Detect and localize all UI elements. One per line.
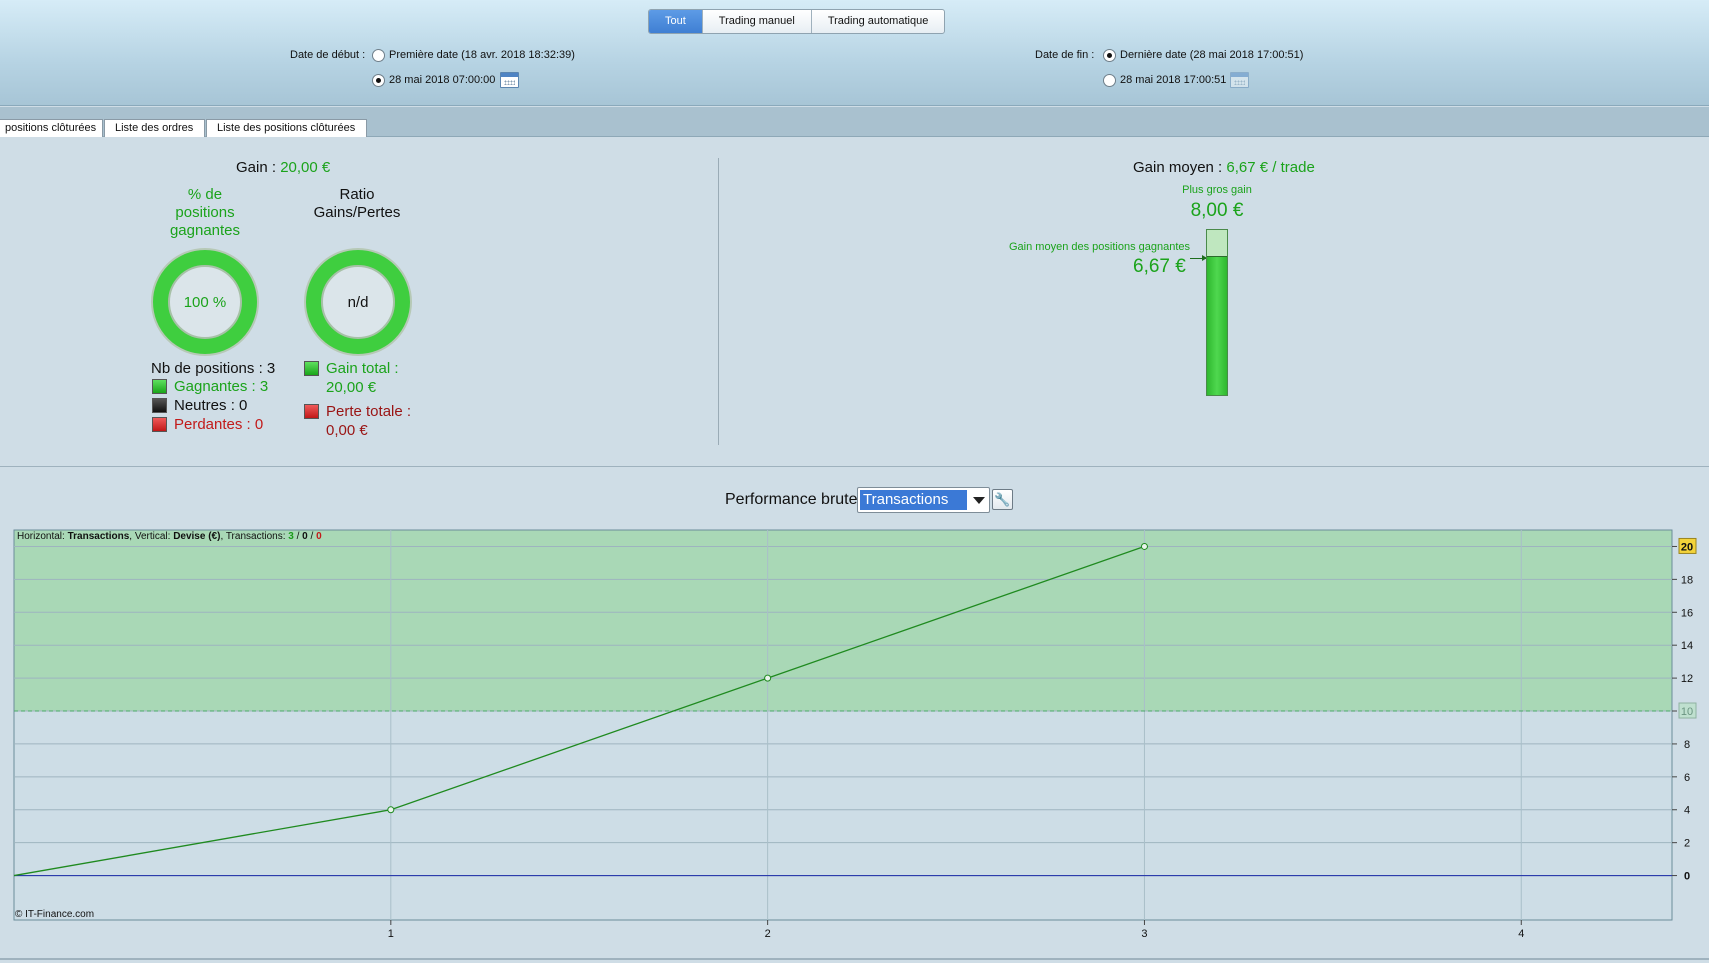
chart-tick-label-y: 14	[1681, 640, 1693, 652]
section-separator	[0, 466, 1709, 467]
chart-tick-label-y: 8	[1684, 739, 1690, 751]
chart-info-v-value: Devise (€)	[173, 531, 220, 542]
chart-tick-label-y: 6	[1684, 772, 1690, 784]
performance-select[interactable]: Transactions	[857, 487, 990, 513]
gain-summary: Gain : 20,00 €	[236, 159, 330, 176]
perte-totale-value: 0,00 €	[326, 422, 368, 439]
end-calendar-icon[interactable]	[1230, 72, 1249, 88]
chart-tick-label-y: 10	[1681, 706, 1693, 718]
pct-gagnantes-gauge: 100 %	[151, 248, 259, 356]
chart-copyright: © IT-Finance.com	[15, 909, 94, 920]
end-custom-date-text: 28 mai 2018 17:00:51	[1120, 74, 1227, 86]
green-square-icon	[304, 361, 319, 376]
gain-moyen-bar-marker	[1207, 256, 1227, 258]
tab-liste-des-ordres[interactable]: Liste des ordres	[104, 119, 205, 137]
pct-title-line-3: gagnantes	[169, 222, 241, 239]
red-square-icon	[304, 404, 319, 419]
chart-tick-label-y: 0	[1684, 871, 1690, 883]
chart-tick-label-y: 18	[1681, 574, 1693, 586]
pct-title-line-2: positions	[175, 204, 235, 221]
tab-tout[interactable]: Tout	[649, 10, 703, 33]
start-custom-date-radio[interactable]	[372, 74, 385, 87]
tab-trading-automatique[interactable]: Trading automatique	[812, 10, 944, 33]
bottom-border	[0, 958, 1709, 960]
start-date-label: Date de début :	[290, 49, 366, 61]
gain-moyen-summary: Gain moyen : 6,67 € / trade	[1133, 159, 1315, 176]
gain-total-value: 20,00 €	[326, 379, 377, 396]
chart-tick-label-y: 4	[1684, 805, 1690, 817]
gain-total-label: Gain total :	[326, 360, 399, 377]
start-first-date-text: Première date (18 avr. 2018 18:32:39)	[389, 49, 575, 61]
end-custom-date-radio[interactable]	[1103, 74, 1116, 87]
chevron-down-icon[interactable]	[973, 497, 985, 504]
chart-info-sep-2: /	[308, 531, 316, 542]
pct-title-line-1: % de	[187, 186, 223, 203]
green-square-icon	[152, 379, 167, 394]
perte-totale-label: Perte totale :	[326, 403, 412, 420]
chart-info-v-prefix: , Vertical:	[129, 531, 173, 542]
gain-moyen-label: Gain moyen :	[1133, 159, 1223, 176]
ratio-title-line-2: Gains/Pertes	[313, 204, 401, 221]
pct-gagnantes-value: 100 %	[168, 265, 242, 339]
tab-trading-manuel[interactable]: Trading manuel	[703, 10, 812, 33]
gain-moyen-bar-fill	[1207, 257, 1227, 395]
end-last-date-text: Dernière date (28 mai 2018 17:00:51)	[1120, 49, 1304, 61]
end-last-date-radio[interactable]	[1103, 49, 1116, 62]
chart-info-t-prefix: , Transactions:	[220, 531, 288, 542]
gain-moyen-value: 6,67 € / trade	[1226, 159, 1315, 176]
chart-tick-label-x: 1	[388, 928, 394, 940]
chart-tick-label-x: 4	[1518, 928, 1524, 940]
trading-filter-tabs: Tout Trading manuel Trading automatique	[648, 9, 946, 34]
end-date-label: Date de fin :	[1035, 49, 1095, 61]
nb-positions: Nb de positions : 3	[151, 360, 276, 377]
performance-chart: 024681012141618201 2 3 4 © IT-Finance.com H…	[13, 529, 1697, 940]
black-square-icon	[152, 398, 167, 413]
chart-tick-label-x: 3	[1141, 928, 1147, 940]
start-calendar-icon[interactable]	[500, 72, 519, 88]
red-square-icon	[152, 417, 167, 432]
chart-data-point	[1140, 542, 1148, 550]
chart-tick-label-y: 2	[1684, 838, 1690, 850]
chart-info-h-value: Transactions	[68, 531, 130, 542]
gain-moyen-gagnantes-value: 6,67 €	[1133, 256, 1186, 277]
date-filter-header: Tout Trading manuel Trading automatique …	[0, 0, 1709, 106]
neutres-count: Neutres : 0	[174, 397, 248, 414]
ratio-value: n/d	[321, 265, 395, 339]
performance-label: Performance brute	[725, 491, 858, 508]
ratio-title: Ratio Gains/Pertes	[300, 186, 414, 222]
gain-moyen-bar	[1206, 229, 1228, 396]
tab-liste-des-positions-cloturees[interactable]: Liste des positions clôturées	[206, 119, 367, 137]
chart-data-point	[764, 674, 772, 682]
performance-select-value: Transactions	[860, 490, 967, 510]
ratio-title-line-1: Ratio	[339, 186, 375, 203]
chart-info-t3: 0	[316, 531, 322, 542]
chart-tick-label-x: 2	[765, 928, 771, 940]
perdantes-count: Perdantes : 0	[174, 416, 264, 433]
gagnantes-count: Gagnantes : 3	[174, 378, 269, 395]
plus-gros-gain-value: 8,00 €	[1190, 200, 1244, 221]
gain-label: Gain :	[236, 159, 277, 176]
chart-info-h-prefix: Horizontal:	[17, 531, 68, 542]
ratio-gains-pertes-gauge: n/d	[304, 248, 412, 356]
pct-gagnantes-title: % de positions gagnantes	[154, 186, 256, 240]
tab-positions-cloturees-partial[interactable]: positions clôturées	[0, 119, 103, 137]
plus-gros-gain-label: Plus gros gain	[1182, 184, 1252, 196]
stats-divider	[718, 158, 719, 445]
gain-moyen-gagnantes-label: Gain moyen des positions gagnantes	[1009, 241, 1191, 253]
chart-info-sep-1: /	[294, 531, 302, 542]
chart-tick-label-y: 16	[1681, 607, 1693, 619]
start-first-date-radio[interactable]	[372, 49, 385, 62]
chart-tick-label-y: 12	[1681, 673, 1693, 685]
chart-area-above-average	[14, 530, 1672, 712]
chart-tick-label-y: 20	[1681, 541, 1693, 553]
chart-area-below-average	[14, 711, 1672, 920]
chart-data-point	[387, 806, 395, 814]
start-custom-date-text: 28 mai 2018 07:00:00	[389, 74, 496, 86]
chart-info-text: Horizontal: Transactions, Vertical: Devi…	[17, 531, 322, 542]
gain-value: 20,00 €	[280, 159, 331, 176]
wrench-icon[interactable]: 🔧	[992, 489, 1013, 510]
sub-tab-bar: positions clôturées Liste des ordres Lis…	[0, 107, 1709, 137]
stats-panel: Gain : 20,00 € % de positions gagnantes …	[0, 138, 1709, 466]
